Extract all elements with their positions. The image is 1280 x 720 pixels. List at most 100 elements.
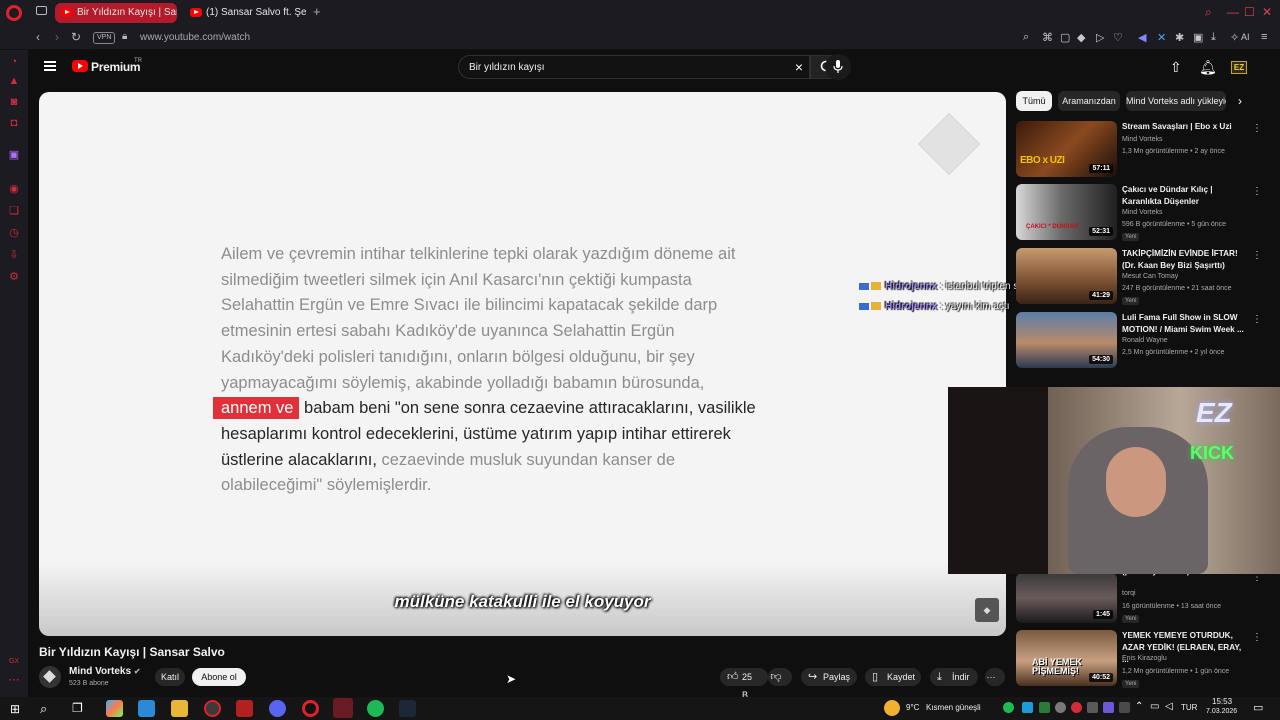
zoom-icon[interactable]: ⌕ <box>1023 31 1029 44</box>
video-thumbnail[interactable]: 41:29 <box>1016 248 1117 304</box>
download-icon[interactable]: ⤓ <box>1211 31 1216 44</box>
chip-from-search[interactable]: Aramanızdan <box>1058 91 1120 111</box>
gx-icon[interactable]: GX <box>8 656 20 668</box>
upload-icon[interactable]: ⇧ <box>1170 59 1182 76</box>
voicemeeter-icon[interactable] <box>236 700 253 717</box>
windows-start-icon[interactable]: ⊞ <box>10 702 20 716</box>
network-icon[interactable]: ▭ <box>1150 701 1159 712</box>
channel-name[interactable]: torqi <box>1122 590 1136 597</box>
file-explorer-icon[interactable] <box>171 700 188 717</box>
channel-name[interactable]: Mind Vorteks ✔ <box>69 666 141 677</box>
menu-icon[interactable]: ≡ <box>1261 31 1267 43</box>
chip-all[interactable]: Tümü <box>1016 91 1052 111</box>
youtube-premium-text[interactable]: Premium <box>91 60 141 74</box>
notifications-bell-icon[interactable]: 🔔︎ <box>1199 59 1217 76</box>
channel-name[interactable]: Ronald Wayne <box>1122 337 1168 344</box>
spotify-icon[interactable] <box>367 700 384 717</box>
search-tabs-icon[interactable]: ⌕ <box>1205 5 1212 20</box>
more-vertical-icon[interactable]: ⋮ <box>1252 314 1262 325</box>
chevron-up-icon[interactable]: ⌃ <box>1135 701 1143 712</box>
video-player[interactable]: Ailem ve çevremin intihar telkinlerine t… <box>39 92 1006 636</box>
heart-icon[interactable]: ♡ <box>1113 31 1123 44</box>
video-title[interactable]: TAKİPÇİMİZİN EVİNDE İFTAR! (Dr. Kaan Bey… <box>1122 248 1248 272</box>
puzzle-icon[interactable]: ✱ <box>1175 31 1184 44</box>
camera-icon[interactable]: ⌘ <box>1042 31 1053 44</box>
language-indicator[interactable]: TUR <box>1181 703 1197 712</box>
minimize-icon[interactable]: — <box>1227 5 1239 19</box>
channel-avatar[interactable] <box>39 666 61 688</box>
tray-app-icon[interactable] <box>1087 702 1098 713</box>
discord-icon[interactable] <box>269 700 286 717</box>
notification-center-icon[interactable]: ▭ <box>1253 701 1263 714</box>
channel-name[interactable]: Mind Vorteks <box>1122 136 1162 143</box>
maximize-icon[interactable]: ☐ <box>1244 5 1255 19</box>
recommendation-item[interactable]: 41:29 TAKİPÇİMİZİN EVİNDE İFTAR! (Dr. Ka… <box>1016 248 1270 306</box>
opera-icon[interactable] <box>302 700 319 717</box>
settings-icon[interactable]: ⚙ <box>8 271 20 283</box>
new-tab-button[interactable]: + <box>313 4 321 19</box>
channel-name[interactable]: Mesut Can Tomay <box>1122 273 1178 280</box>
history-icon[interactable]: ◔ <box>8 56 20 68</box>
instagram-icon[interactable]: ◘ <box>8 117 20 129</box>
more-vertical-icon[interactable]: ⋮ <box>1252 632 1262 643</box>
opera-logo-icon[interactable] <box>6 5 22 21</box>
chip-from-uploader[interactable]: Mind Vorteks adlı yükleyiciden <box>1126 91 1226 111</box>
forward-icon[interactable]: › <box>55 30 59 44</box>
copilot-icon[interactable] <box>106 700 123 717</box>
tray-app-icon[interactable] <box>1119 702 1130 713</box>
video-thumbnail[interactable]: 54:30 <box>1016 312 1117 368</box>
video-title[interactable]: Luli Fama Full Show in SLOW MOTION! / Mi… <box>1122 312 1248 336</box>
video-thumbnail[interactable]: ÇAKICI * DÜNDAR 52:31 <box>1016 184 1117 240</box>
video-title[interactable]: Çakıcı ve Dündar Kılıç | Karanlıkta Düşe… <box>1122 184 1248 208</box>
tray-app-icon[interactable] <box>1022 702 1033 713</box>
recommendation-item[interactable]: ABİ YEMEK PİŞMEMİŞ! 40:52 YEMEK YEMEYE O… <box>1016 630 1270 688</box>
workspace-icon[interactable] <box>36 6 47 15</box>
reload-icon[interactable]: ↻ <box>71 30 81 44</box>
video-settings-button[interactable]: ◆ <box>975 598 999 622</box>
hamburger-menu-icon[interactable] <box>44 61 56 71</box>
tab-active[interactable]: Bir Yıldızın Kayışı | Sansar <box>55 3 177 23</box>
clear-search-icon[interactable]: × <box>795 59 803 75</box>
recommendation-item[interactable]: EBO x UZI 57:11 Stream Savaşları | Ebo x… <box>1016 121 1270 179</box>
translate-icon[interactable]: ✕ <box>1157 31 1166 44</box>
ai-label[interactable]: AI <box>1241 32 1250 42</box>
url-field[interactable]: www.youtube.com/watch <box>140 32 250 43</box>
box-icon[interactable]: ▣ <box>1193 31 1203 44</box>
video-thumbnail[interactable]: EBO x UZI 57:11 <box>1016 121 1117 177</box>
dislike-button[interactable]: 👎︎ <box>768 668 792 686</box>
channel-name[interactable]: Mind Vorteks <box>1122 209 1162 216</box>
vpn-badge[interactable]: VPN <box>93 32 116 44</box>
twitch-icon[interactable]: ▣ <box>8 149 20 161</box>
more-vertical-icon[interactable]: ⋮ <box>1252 186 1262 197</box>
steam-icon[interactable] <box>399 700 416 717</box>
close-window-icon[interactable]: ✕ <box>1262 5 1272 19</box>
extension-icon[interactable]: ◀ <box>1138 31 1146 44</box>
recommendation-item[interactable]: ÇAKICI * DÜNDAR 52:31 Çakıcı ve Dündar K… <box>1016 184 1270 242</box>
video-thumbnail[interactable]: 1:45 <box>1016 573 1117 623</box>
save-button[interactable]: ▯ Kaydet <box>865 668 921 686</box>
more-actions-button[interactable]: ⋯ <box>985 668 1005 686</box>
more-vertical-icon[interactable]: ⋮ <box>1252 250 1262 261</box>
download-sidebar-icon[interactable]: ⇩ <box>8 249 20 261</box>
messenger-icon[interactable]: ◙ <box>8 96 20 108</box>
subscribe-button[interactable]: Abone ol <box>192 668 246 686</box>
tray-app-icon[interactable] <box>1055 702 1066 713</box>
join-button[interactable]: Katıl <box>155 668 185 686</box>
avatar[interactable]: EZ <box>1231 61 1247 74</box>
back-icon[interactable]: ‹ <box>36 30 40 44</box>
more-vertical-icon[interactable]: ⋮ <box>1252 123 1262 134</box>
tab-second[interactable]: (1) Sansar Salvo ft. Şehinşa <box>184 3 306 23</box>
tray-app-icon[interactable] <box>1039 702 1050 713</box>
chevron-right-icon[interactable]: › <box>1238 94 1242 108</box>
weather-temp[interactable]: 9°C <box>906 703 919 712</box>
taskbar-search-icon[interactable]: ⌕ <box>40 701 47 717</box>
video-thumbnail[interactable]: ABİ YEMEK PİŞMEMİŞ! 40:52 <box>1016 630 1117 686</box>
clock-time[interactable]: 15:53 <box>1212 697 1232 706</box>
channel-name[interactable]: Enis Kirazoglu <box>1122 655 1167 662</box>
aria-icon[interactable]: ✧ <box>1230 31 1239 44</box>
share-button[interactable]: ↪ Paylaş <box>801 668 857 686</box>
search-input[interactable]: Bir yıldızın kayışı × <box>458 55 810 79</box>
bag-icon[interactable]: ▲ <box>8 75 20 87</box>
shield-icon[interactable]: ◆ <box>1077 31 1085 44</box>
task-view-icon[interactable]: ❐ <box>72 701 83 715</box>
